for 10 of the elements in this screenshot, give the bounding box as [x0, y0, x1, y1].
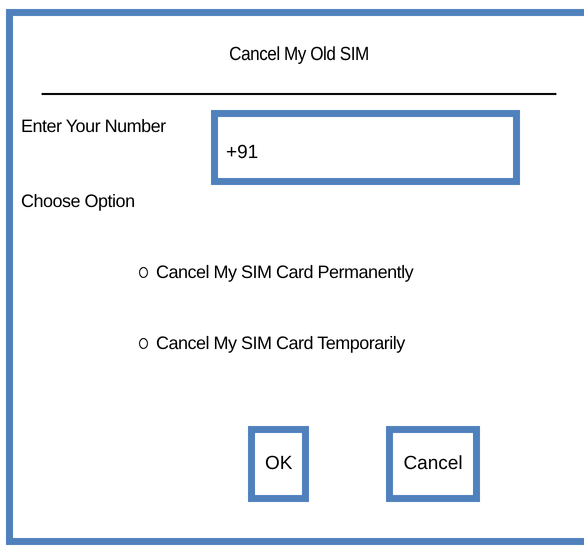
window-title: Cancel My Old SIM: [42, 16, 556, 95]
dialog-button[interactable]: Cancel: [386, 426, 480, 502]
option-label: Cancel My SIM Card Permanently: [156, 262, 414, 283]
radio-button[interactable]: [139, 267, 148, 278]
dialog-button[interactable]: OK: [248, 426, 310, 502]
number-field[interactable]: +91: [211, 110, 520, 185]
radio-button[interactable]: [139, 338, 148, 349]
field-label: Enter Your Number: [21, 116, 167, 137]
section-label: Choose Option: [21, 191, 136, 212]
option-label: Cancel My SIM Card Temporarily: [156, 333, 405, 354]
